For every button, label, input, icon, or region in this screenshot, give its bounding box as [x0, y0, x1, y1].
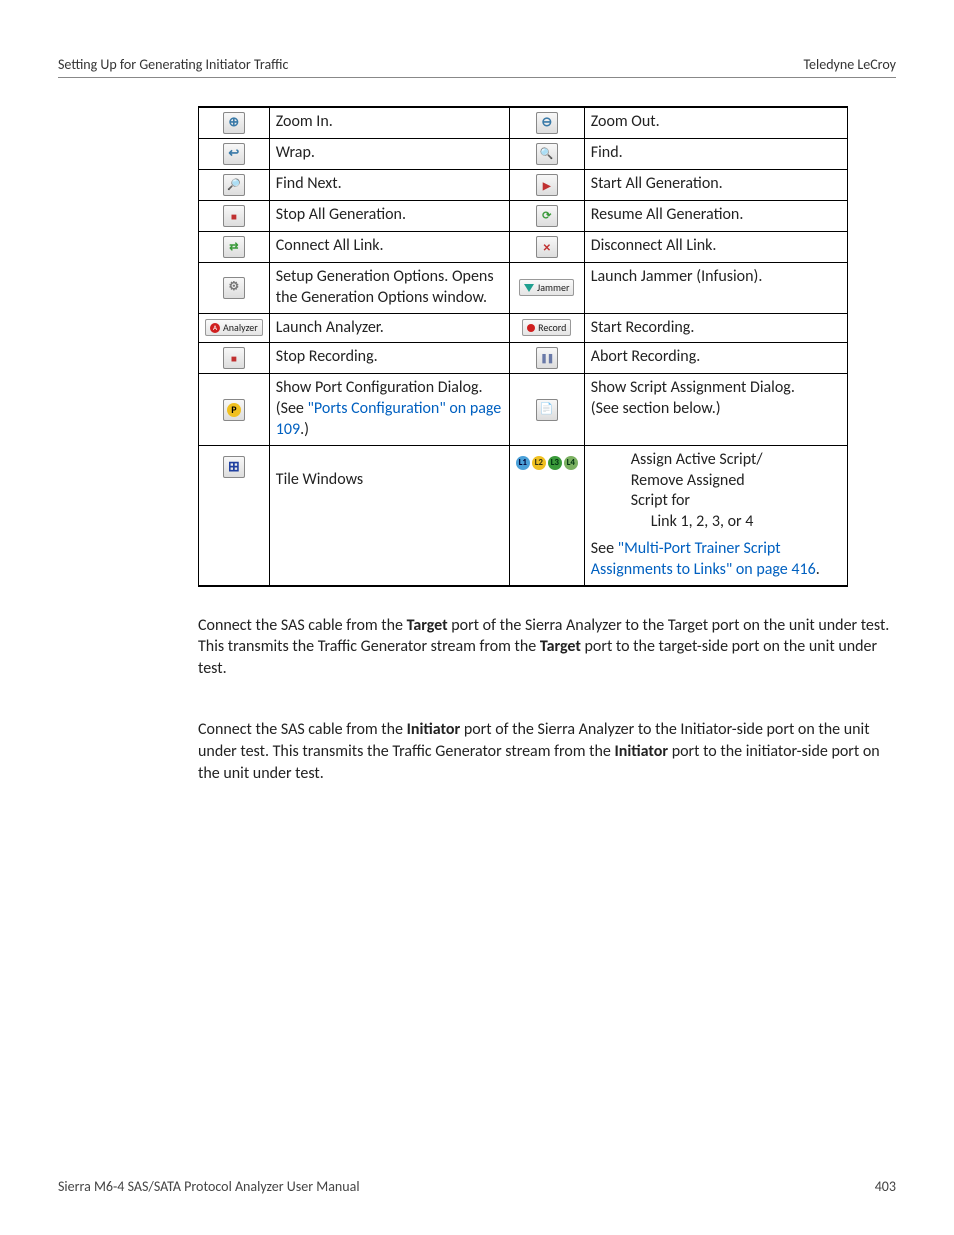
cell-desc: Stop Recording. [269, 343, 509, 374]
table-row: Setup Generation Options. Opens the Gene… [199, 263, 848, 314]
tile-windows-icon [223, 456, 245, 478]
cell-desc: Show Script Assignment Dialog. (See sect… [584, 374, 847, 445]
footer-page-number: 403 [875, 1178, 896, 1195]
wrap-icon [223, 143, 245, 165]
connect-all-link-icon [223, 236, 245, 258]
toolbar-icon-table: Zoom In. Zoom Out. Wrap. Find. Find Next… [198, 106, 848, 587]
body-paragraph: Connect the SAS cable from the Initiator… [198, 719, 898, 784]
text: . [816, 560, 820, 579]
table-row: Wrap. Find. [199, 139, 848, 170]
stop-all-generation-icon [223, 205, 245, 227]
zoom-out-icon [536, 112, 558, 134]
text: (See section below.) [591, 399, 721, 418]
cell-desc: Wrap. [269, 139, 509, 170]
table-row: Stop Recording. Abort Recording. [199, 343, 848, 374]
stop-recording-icon [223, 347, 245, 369]
cell-desc: Launch Jammer (Infusion). [584, 263, 847, 314]
text: Link 1, 2, 3, or 4 [591, 512, 841, 533]
link2-badge-icon: L2 [532, 456, 546, 470]
find-icon [536, 143, 558, 165]
zoom-in-icon [223, 112, 245, 134]
text-bold: Initiator [615, 742, 669, 761]
table-row: Show Port Configuration Dialog. (See "Po… [199, 374, 848, 445]
cell-desc: Disconnect All Link. [584, 232, 847, 263]
cell-desc: Launch Analyzer. [269, 313, 509, 343]
launch-jammer-icon: Jammer [519, 279, 574, 296]
start-recording-icon: Record [522, 319, 571, 336]
text: Connect the SAS cable from the [198, 720, 407, 739]
link-badges-icon: L1 L2 L3 L4 [516, 456, 578, 470]
icon-label: Record [538, 321, 566, 334]
text: Script for [591, 491, 841, 512]
cell-desc: Zoom Out. [584, 107, 847, 139]
text: See [591, 539, 618, 558]
table-row: AAnalyzer Launch Analyzer. Record Start … [199, 313, 848, 343]
multiport-trainer-link[interactable]: "Multi-Port Trainer Script Assignments t… [591, 539, 816, 579]
text-bold: Initiator [407, 720, 461, 739]
script-assignment-icon [536, 399, 558, 421]
text: Show Script Assignment Dialog. [591, 378, 795, 397]
header-right: Teledyne LeCroy [803, 56, 896, 73]
table-row: Stop All Generation. Resume All Generati… [199, 201, 848, 232]
cell-desc: Connect All Link. [269, 232, 509, 263]
cell-desc: Start Recording. [584, 313, 847, 343]
icon-label: Analyzer [223, 321, 258, 334]
find-next-icon [223, 174, 245, 196]
cell-desc: Tile Windows [269, 445, 509, 585]
text: .) [300, 420, 309, 439]
text-bold: Target [540, 637, 581, 656]
header-left: Setting Up for Generating Initiator Traf… [58, 56, 288, 73]
text: Remove Assigned [591, 471, 841, 492]
table-row: Find Next. Start All Generation. [199, 170, 848, 201]
text-bold: Target [407, 616, 448, 635]
cell-desc: Find Next. [269, 170, 509, 201]
link3-badge-icon: L3 [548, 456, 562, 470]
table-row: Zoom In. Zoom Out. [199, 107, 848, 139]
ports-config-link[interactable]: "Ports Configuration" on page 109 [276, 399, 502, 439]
cell-desc: Resume All Generation. [584, 201, 847, 232]
disconnect-all-link-icon [536, 236, 558, 258]
body-paragraph: Connect the SAS cable from the Target po… [198, 615, 898, 680]
page-header: Setting Up for Generating Initiator Traf… [58, 56, 896, 78]
launch-analyzer-icon: AAnalyzer [205, 319, 263, 336]
start-all-generation-icon [536, 174, 558, 196]
cell-desc: Stop All Generation. [269, 201, 509, 232]
table-row: Tile Windows L1 L2 L3 L4 Assign Active S… [199, 445, 848, 585]
cell-desc: Start All Generation. [584, 170, 847, 201]
cell-desc: Assign Active Script/ Remove Assigned Sc… [584, 445, 847, 585]
text: Assign Active Script/ [591, 450, 841, 471]
cell-desc: Find. [584, 139, 847, 170]
page-footer: Sierra M6-4 SAS/SATA Protocol Analyzer U… [58, 1178, 896, 1195]
resume-all-generation-icon [536, 205, 558, 227]
cell-desc: Zoom In. [269, 107, 509, 139]
icon-label: Jammer [537, 281, 569, 294]
port-config-icon [223, 399, 245, 421]
footer-left: Sierra M6-4 SAS/SATA Protocol Analyzer U… [58, 1178, 360, 1195]
link1-badge-icon: L1 [516, 456, 530, 470]
cell-desc: Setup Generation Options. Opens the Gene… [269, 263, 509, 314]
cell-desc: Abort Recording. [584, 343, 847, 374]
link4-badge-icon: L4 [564, 456, 578, 470]
text: Connect the SAS cable from the [198, 616, 407, 635]
abort-recording-icon [536, 347, 558, 369]
table-row: Connect All Link. Disconnect All Link. [199, 232, 848, 263]
setup-generation-options-icon [223, 277, 245, 299]
cell-desc: Show Port Configuration Dialog. (See "Po… [269, 374, 509, 445]
